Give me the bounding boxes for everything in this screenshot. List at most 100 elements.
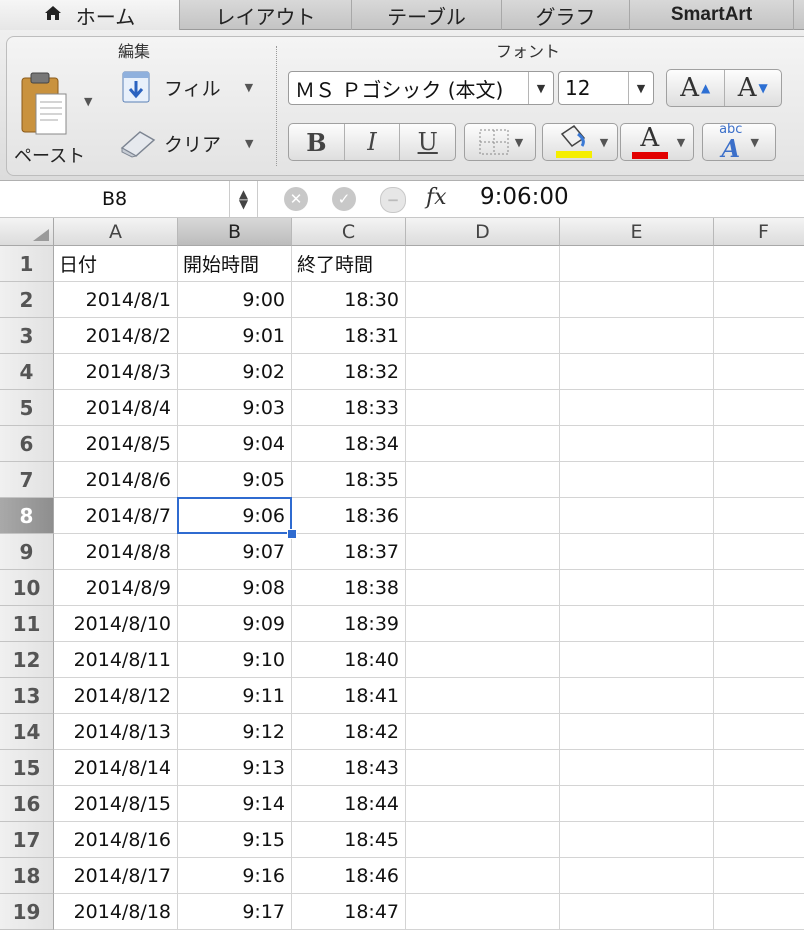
row-header[interactable]: 11 [0,606,54,642]
row-header[interactable]: 15 [0,750,54,786]
cell-c19[interactable]: 18:47 [292,894,406,930]
cell-d18[interactable] [406,858,560,894]
fill-handle[interactable] [287,529,297,539]
cell-a6[interactable]: 2014/8/5 [54,426,178,462]
row-header[interactable]: 14 [0,714,54,750]
cell-f12[interactable] [714,642,804,678]
cell-b8[interactable]: 9:06 [178,498,292,534]
cell-b6[interactable]: 9:04 [178,426,292,462]
shrink-font-button[interactable]: A ▼ [725,70,782,106]
cell-d2[interactable] [406,282,560,318]
cell-b4[interactable]: 9:02 [178,354,292,390]
cell-a1[interactable]: 日付 [54,246,178,282]
cell-e6[interactable] [560,426,714,462]
cell-c15[interactable]: 18:43 [292,750,406,786]
cell-c5[interactable]: 18:33 [292,390,406,426]
cell-b2[interactable]: 9:00 [178,282,292,318]
row-header[interactable]: 17 [0,822,54,858]
cell-b11[interactable]: 9:09 [178,606,292,642]
cell-e9[interactable] [560,534,714,570]
cell-a2[interactable]: 2014/8/1 [54,282,178,318]
cell-e4[interactable] [560,354,714,390]
grow-font-button[interactable]: A ▲ [667,70,725,106]
cell-b1[interactable]: 開始時間 [178,246,292,282]
cell-f14[interactable] [714,714,804,750]
cell-a3[interactable]: 2014/8/2 [54,318,178,354]
cell-c17[interactable]: 18:45 [292,822,406,858]
cell-b12[interactable]: 9:10 [178,642,292,678]
cell-a11[interactable]: 2014/8/10 [54,606,178,642]
cell-a9[interactable]: 2014/8/8 [54,534,178,570]
cell-d19[interactable] [406,894,560,930]
cell-b9[interactable]: 9:07 [178,534,292,570]
cell-f10[interactable] [714,570,804,606]
cell-e1[interactable] [560,246,714,282]
cell-d8[interactable] [406,498,560,534]
column-header-b[interactable]: B [178,218,292,246]
row-header[interactable]: 16 [0,786,54,822]
cell-b10[interactable]: 9:08 [178,570,292,606]
cell-f13[interactable] [714,678,804,714]
row-header[interactable]: 6 [0,426,54,462]
bold-button[interactable]: B [289,124,345,160]
cell-c2[interactable]: 18:30 [292,282,406,318]
cell-c12[interactable]: 18:40 [292,642,406,678]
cell-e3[interactable] [560,318,714,354]
cell-c18[interactable]: 18:46 [292,858,406,894]
cell-e11[interactable] [560,606,714,642]
cell-d11[interactable] [406,606,560,642]
cell-a15[interactable]: 2014/8/14 [54,750,178,786]
column-header-a[interactable]: A [54,218,178,246]
row-header[interactable]: 12 [0,642,54,678]
tab-layout[interactable]: レイアウト [180,0,352,30]
text-effects-button[interactable]: abc A ▼ [702,123,776,161]
row-header[interactable]: 5 [0,390,54,426]
name-box[interactable]: B8 [0,181,230,217]
row-header[interactable]: 19 [0,894,54,930]
tab-chart[interactable]: グラフ [502,0,630,30]
cell-e5[interactable] [560,390,714,426]
cell-b5[interactable]: 9:03 [178,390,292,426]
cell-d7[interactable] [406,462,560,498]
cell-f19[interactable] [714,894,804,930]
cell-d15[interactable] [406,750,560,786]
cell-c9[interactable]: 18:37 [292,534,406,570]
column-header-f[interactable]: F [714,218,804,246]
cell-f2[interactable] [714,282,804,318]
tab-smartart[interactable]: SmartArt [630,0,794,30]
cell-e2[interactable] [560,282,714,318]
cell-f15[interactable] [714,750,804,786]
cell-e16[interactable] [560,786,714,822]
cell-e12[interactable] [560,642,714,678]
cell-e13[interactable] [560,678,714,714]
cell-a16[interactable]: 2014/8/15 [54,786,178,822]
cell-a7[interactable]: 2014/8/6 [54,462,178,498]
cell-e15[interactable] [560,750,714,786]
underline-button[interactable]: U [400,124,455,160]
cell-d14[interactable] [406,714,560,750]
select-all-corner[interactable] [0,218,54,246]
cell-e14[interactable] [560,714,714,750]
cell-e17[interactable] [560,822,714,858]
column-header-c[interactable]: C [292,218,406,246]
cell-c8[interactable]: 18:36 [292,498,406,534]
row-header[interactable]: 3 [0,318,54,354]
tab-home[interactable]: ホーム [0,0,180,31]
fx-icon[interactable]: fx [426,185,447,210]
row-header[interactable]: 7 [0,462,54,498]
cell-b13[interactable]: 9:11 [178,678,292,714]
row-header[interactable]: 10 [0,570,54,606]
cell-f4[interactable] [714,354,804,390]
cell-f6[interactable] [714,426,804,462]
cell-f16[interactable] [714,786,804,822]
font-color-button[interactable]: A ▼ [620,123,694,161]
row-header[interactable]: 18 [0,858,54,894]
cell-a4[interactable]: 2014/8/3 [54,354,178,390]
cell-d1[interactable] [406,246,560,282]
italic-button[interactable]: I [345,124,401,160]
cell-e7[interactable] [560,462,714,498]
cell-d3[interactable] [406,318,560,354]
cell-f7[interactable] [714,462,804,498]
font-size-select[interactable]: 12 ▼ [558,71,654,105]
name-box-stepper[interactable]: ▲ ▼ [230,181,258,217]
